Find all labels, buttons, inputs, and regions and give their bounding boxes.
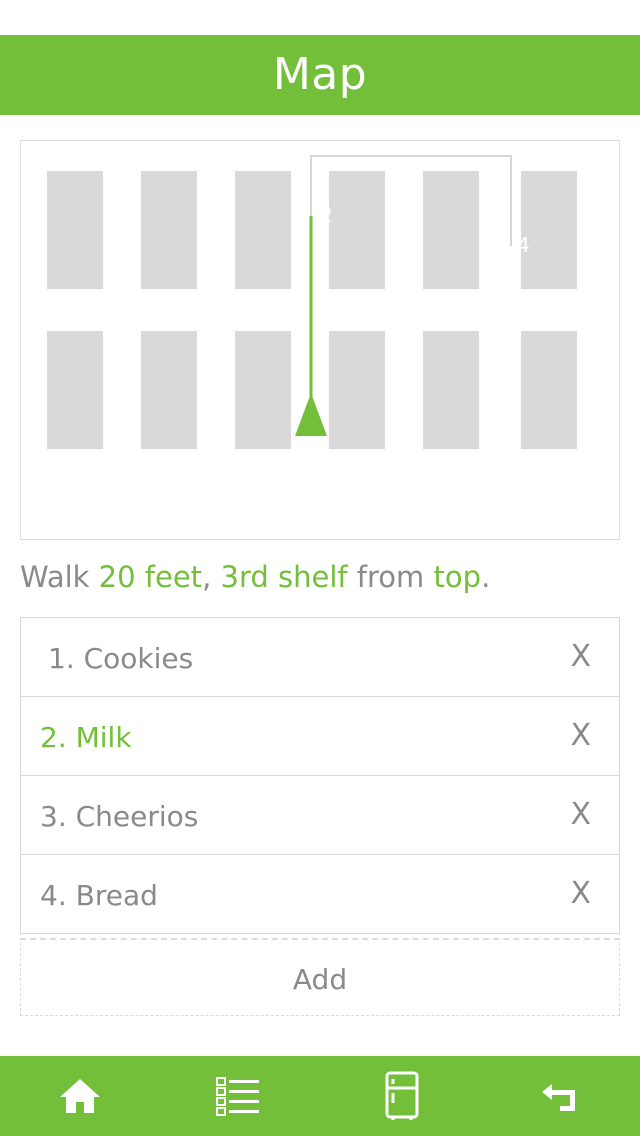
map-stop-label: 2 <box>320 203 333 227</box>
list-item-label: 1. Cookies <box>48 642 194 675</box>
list-item-label: 3. Cheerios <box>40 800 199 833</box>
store-map: 2 4 <box>20 140 620 540</box>
instruction-distance: 20 feet <box>98 560 203 594</box>
page-header: Map <box>0 35 640 115</box>
list-item[interactable]: 3. Cheerios X <box>20 776 620 855</box>
walk-instruction: Walk 20 feet, 3rd shelf from top. <box>20 556 620 598</box>
home-icon <box>60 1079 100 1113</box>
list-item[interactable]: 4. Bread X <box>20 855 620 934</box>
tab-list[interactable] <box>198 1056 278 1136</box>
list-icon <box>216 1077 259 1116</box>
add-item-label: Add <box>292 963 348 996</box>
list-item-label: 4. Bread <box>40 879 158 912</box>
instruction-text: Walk <box>20 560 99 594</box>
future-route-line <box>310 155 512 246</box>
tab-home[interactable] <box>40 1056 120 1136</box>
instruction-shelf: 3rd shelf <box>220 560 348 594</box>
remove-item-button[interactable]: X <box>570 776 591 854</box>
instruction-text: from <box>347 560 434 594</box>
location-arrow-icon <box>295 393 327 436</box>
remove-item-button[interactable]: X <box>570 618 591 696</box>
map-stop-label: 4 <box>517 233 530 257</box>
remove-item-button[interactable]: X <box>570 697 591 775</box>
list-item[interactable]: 2. Milk X <box>20 697 620 776</box>
add-item-button[interactable]: Add <box>20 938 620 1016</box>
list-item-label: 2. Milk <box>40 721 132 754</box>
route-overlay <box>295 155 512 436</box>
fridge-icon <box>385 1071 419 1120</box>
shopping-list: 1. Cookies X 2. Milk X 3. Cheerios X 4. … <box>20 617 620 934</box>
instruction-text: , <box>202 560 221 594</box>
tab-back[interactable] <box>520 1056 600 1136</box>
back-icon <box>542 1084 575 1111</box>
tab-fridge[interactable] <box>362 1056 442 1136</box>
page-title: Map <box>272 49 368 100</box>
instruction-text: . <box>481 560 491 594</box>
instruction-position: top <box>433 560 482 594</box>
bottom-tab-bar <box>0 1056 640 1136</box>
list-item[interactable]: 1. Cookies X <box>20 617 620 697</box>
remove-item-button[interactable]: X <box>570 855 591 933</box>
